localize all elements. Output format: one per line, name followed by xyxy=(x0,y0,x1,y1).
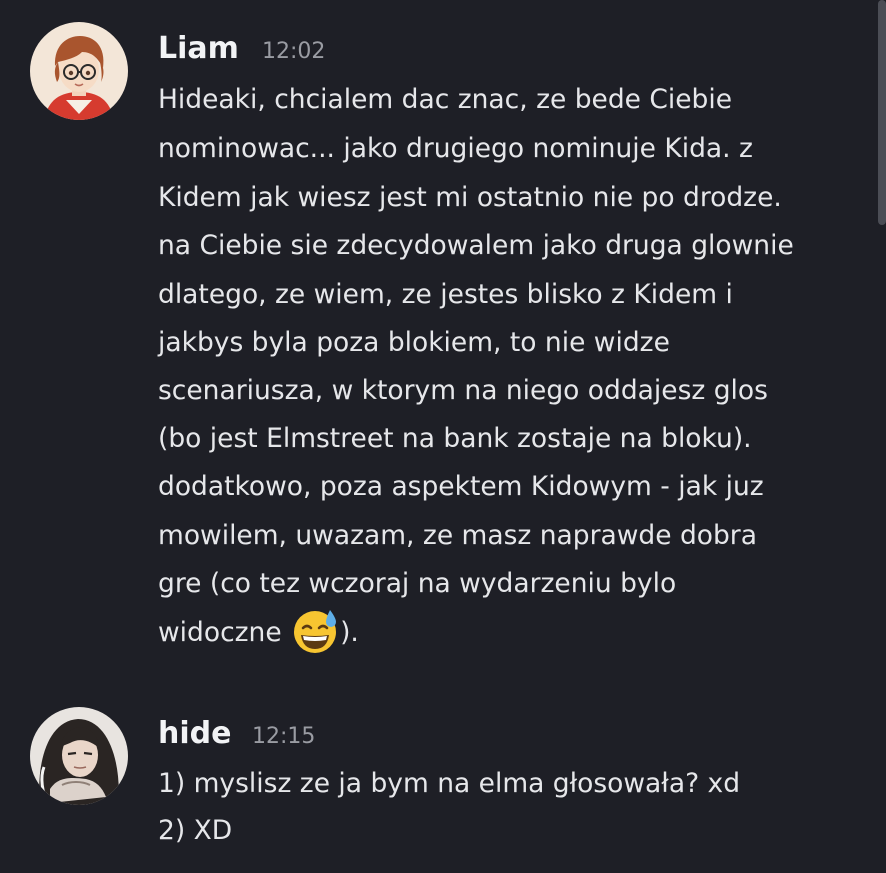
message-line: Hideaki, chcialem dac znac, ze bede Cieb… xyxy=(158,84,733,115)
author-name[interactable]: Liam xyxy=(158,31,239,67)
message-hide: hide 12:15 1) myslisz ze ja bym na elma … xyxy=(0,690,886,873)
message-line: nominowac... jako drugiego nominuje Kida… xyxy=(158,133,753,164)
message-line-last: widoczne ). xyxy=(158,609,359,657)
author-name[interactable]: hide xyxy=(158,716,231,752)
message-line: scenariusza, w ktorym na niego oddajesz … xyxy=(158,375,768,406)
timestamp: 12:02 xyxy=(262,39,326,64)
message-text: widoczne xyxy=(158,617,291,648)
timestamp: 12:15 xyxy=(252,724,316,749)
message-line: 2) XD xyxy=(158,815,233,846)
grinning-face-with-sweat-emoji-icon xyxy=(294,609,337,653)
message-line: dodatkowo, poza aspektem Kidowym - jak j… xyxy=(158,471,764,502)
message-line: (bo jest Elmstreet na bank zostaje na bl… xyxy=(158,423,752,454)
message-line: na Ciebie sie zdecydowalem jako druga gl… xyxy=(158,230,794,261)
message-liam: Liam 12:02 Hideaki, chcialem dac znac, z… xyxy=(0,0,886,690)
avatar[interactable] xyxy=(30,707,128,805)
message-text: ). xyxy=(340,617,359,648)
message-line: Kidem jak wiesz jest mi ostatnio nie po … xyxy=(158,182,782,213)
anime-boy-glasses-avatar-icon xyxy=(30,22,128,120)
message-line: 1) myslisz ze ja bym na elma głosowała? … xyxy=(158,768,741,799)
avatar[interactable] xyxy=(30,22,128,120)
message-line: jakbys byla poza blokiem, to nie widze xyxy=(158,327,670,358)
long-hair-character-avatar-icon xyxy=(30,707,128,805)
message-line: dlatego, ze wiem, ze jestes blisko z Kid… xyxy=(158,279,733,310)
message-line: gre (co tez wczoraj na wydarzeniu bylo xyxy=(158,568,677,599)
message-line: mowilem, uwazam, ze masz naprawde dobra xyxy=(158,520,757,551)
